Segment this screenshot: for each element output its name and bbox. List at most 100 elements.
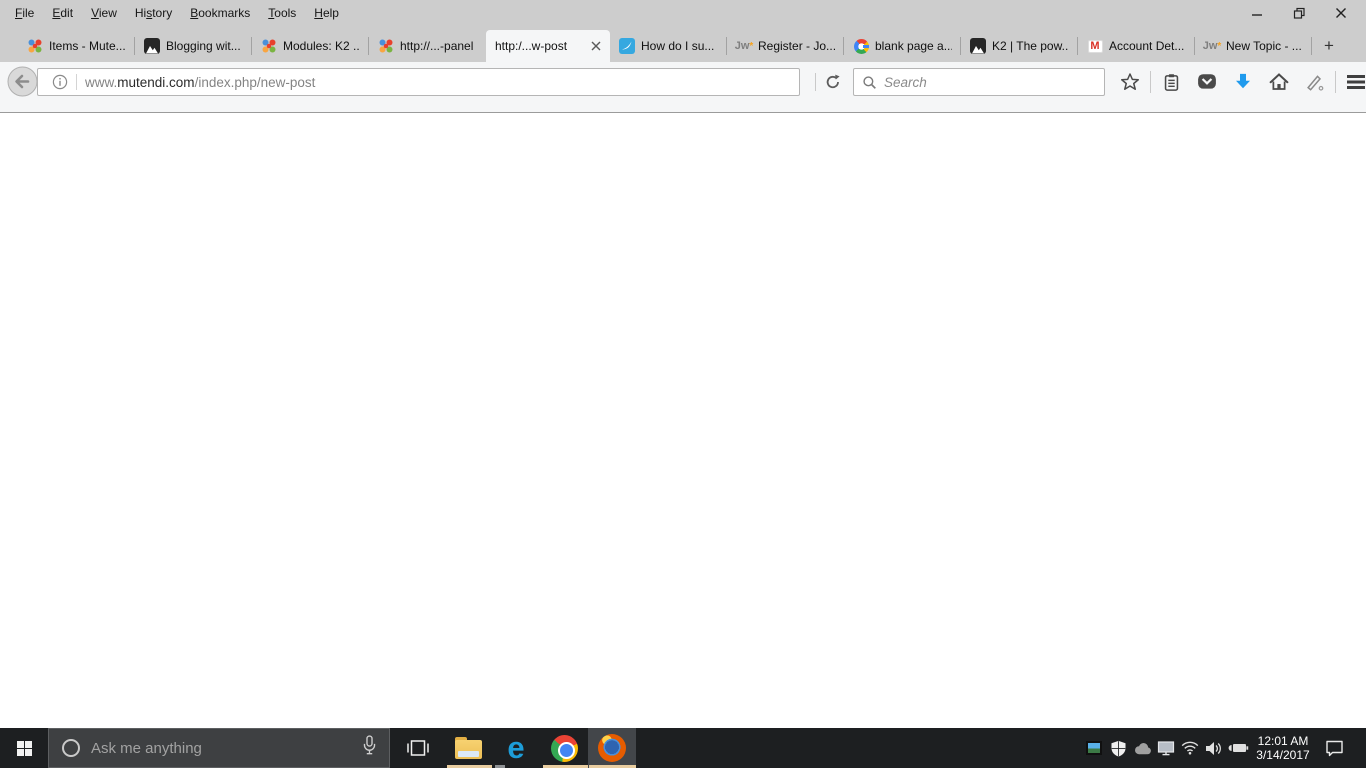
tab-k2-power[interactable]: K2 | The pow... bbox=[961, 30, 1078, 62]
search-input[interactable] bbox=[884, 75, 1104, 90]
toolbar-divider bbox=[1335, 71, 1336, 93]
menu-help[interactable]: Help bbox=[305, 3, 348, 23]
cortana-input[interactable] bbox=[91, 740, 362, 757]
tab-title: Account Det... bbox=[1109, 39, 1186, 53]
home-icon bbox=[1269, 72, 1289, 92]
tab-register[interactable]: Jw* Register - Jo... bbox=[727, 30, 844, 62]
tab-panel[interactable]: http://...-panel bbox=[369, 30, 486, 62]
menu-label: H bbox=[314, 6, 323, 20]
menu-edit[interactable]: Edit bbox=[43, 3, 82, 23]
menu-tools[interactable]: Tools bbox=[259, 3, 305, 23]
tab-blogging[interactable]: Blogging wit... bbox=[135, 30, 252, 62]
clock-date: 3/14/2017 bbox=[1250, 748, 1316, 762]
reload-icon bbox=[824, 73, 842, 91]
url-www: www. bbox=[85, 75, 117, 90]
defender-shield-icon[interactable] bbox=[1106, 728, 1130, 768]
close-icon bbox=[1335, 7, 1347, 19]
navigation-toolbar: www.mutendi.com/index.php/new-post bbox=[0, 62, 1366, 113]
tab-items-k2[interactable]: Items - Mute... bbox=[18, 30, 135, 62]
wifi-icon[interactable] bbox=[1178, 728, 1202, 768]
google-favicon-icon bbox=[853, 38, 869, 54]
firefox-button[interactable] bbox=[588, 728, 636, 768]
tab-title: http://...-panel bbox=[400, 39, 477, 53]
home-button[interactable] bbox=[1267, 69, 1291, 95]
search-bar bbox=[853, 68, 1105, 96]
url-text: www.mutendi.com/index.php/new-post bbox=[85, 75, 315, 90]
url-bar[interactable]: www.mutendi.com/index.php/new-post bbox=[37, 68, 800, 96]
jw-star: * bbox=[749, 41, 753, 52]
tab-account-details[interactable]: M Account Det... bbox=[1078, 30, 1195, 62]
site-info-icon[interactable] bbox=[52, 74, 68, 90]
url-domain: mutendi.com bbox=[117, 75, 194, 90]
pen-extension-icon bbox=[1305, 72, 1325, 92]
windows-logo-icon bbox=[17, 741, 32, 756]
microphone-icon[interactable] bbox=[362, 735, 377, 761]
tab-new-post-active[interactable]: http:/...w-post bbox=[486, 30, 610, 62]
jw-favicon-icon: Jw* bbox=[1204, 38, 1220, 54]
menu-label: V bbox=[91, 6, 99, 20]
chrome-button[interactable] bbox=[540, 728, 588, 768]
minimize-button[interactable] bbox=[1236, 0, 1278, 26]
reload-button[interactable] bbox=[821, 70, 845, 94]
tab-new-topic[interactable]: Jw* New Topic - ... bbox=[1195, 30, 1312, 62]
edge-icon: e bbox=[507, 734, 524, 762]
battery-charging-icon[interactable] bbox=[1226, 728, 1250, 768]
chrome-icon bbox=[551, 735, 578, 762]
tab-title: How do I su... bbox=[641, 39, 718, 53]
taskbar-clock[interactable]: 12:01 AM 3/14/2017 bbox=[1250, 734, 1316, 762]
minimize-icon bbox=[1251, 7, 1263, 19]
menu-label: Hi bbox=[135, 6, 146, 20]
toolbar-divider bbox=[1150, 71, 1151, 93]
tab-modules-k2[interactable]: Modules: K2 ... bbox=[252, 30, 369, 62]
firefox-window: File Edit View History Bookmarks Tools H… bbox=[0, 0, 1366, 768]
tray-app-icon[interactable] bbox=[1082, 728, 1106, 768]
restore-button[interactable] bbox=[1278, 0, 1320, 26]
jw-text: Jw bbox=[735, 40, 750, 52]
jw-star: * bbox=[1217, 41, 1221, 52]
file-explorer-button[interactable] bbox=[444, 728, 492, 768]
cortana-search-box[interactable] bbox=[48, 728, 390, 768]
onedrive-cloud-icon[interactable] bbox=[1130, 728, 1154, 768]
action-center-button[interactable] bbox=[1316, 728, 1352, 768]
reload-divider bbox=[815, 73, 816, 91]
menu-label: dit bbox=[60, 6, 73, 20]
toolbar-icons bbox=[1112, 68, 1366, 96]
menu-history[interactable]: History bbox=[126, 3, 181, 23]
url-path: /index.php/new-post bbox=[195, 75, 316, 90]
volume-speaker-icon[interactable] bbox=[1202, 728, 1226, 768]
menu-label: ookmarks bbox=[198, 6, 250, 20]
tab-title: Register - Jo... bbox=[758, 39, 835, 53]
menu-label: tory bbox=[152, 6, 172, 20]
back-button[interactable] bbox=[6, 65, 39, 98]
pen-extension-button[interactable] bbox=[1303, 69, 1327, 95]
k2-favicon-icon bbox=[144, 38, 160, 54]
new-tab-button[interactable]: + bbox=[1314, 33, 1344, 58]
edge-button[interactable]: e bbox=[492, 728, 540, 768]
titlebar: File Edit View History Bookmarks Tools H… bbox=[0, 0, 1366, 26]
windows-taskbar: e bbox=[0, 728, 1366, 768]
pocket-button[interactable] bbox=[1195, 69, 1219, 95]
tab-close-button[interactable] bbox=[591, 41, 601, 51]
tab-blank-page[interactable]: blank page a... bbox=[844, 30, 961, 62]
menu-view[interactable]: View bbox=[82, 3, 126, 23]
start-button[interactable] bbox=[0, 728, 48, 768]
hamburger-icon bbox=[1346, 73, 1366, 91]
downloads-button[interactable] bbox=[1231, 69, 1255, 95]
close-button[interactable] bbox=[1320, 0, 1362, 26]
display-monitor-icon[interactable] bbox=[1154, 728, 1178, 768]
tab-title: Blogging wit... bbox=[166, 39, 243, 53]
task-view-icon bbox=[406, 740, 430, 757]
task-view-button[interactable] bbox=[396, 728, 440, 768]
gmail-favicon-icon: M bbox=[1087, 38, 1103, 54]
tab-title: Modules: K2 ... bbox=[283, 39, 360, 53]
window-controls bbox=[1236, 0, 1362, 26]
menu-file[interactable]: File bbox=[6, 3, 43, 23]
menu-hamburger-button[interactable] bbox=[1344, 69, 1366, 95]
bookmark-star-button[interactable] bbox=[1118, 69, 1142, 95]
tab-title: http:/...w-post bbox=[495, 39, 585, 53]
blue-swoosh-favicon-icon bbox=[619, 38, 635, 54]
close-tab-icon bbox=[591, 41, 601, 51]
bookmarks-panel-button[interactable] bbox=[1159, 69, 1183, 95]
tab-how-do-i[interactable]: How do I su... bbox=[610, 30, 727, 62]
menu-bookmarks[interactable]: Bookmarks bbox=[181, 3, 259, 23]
